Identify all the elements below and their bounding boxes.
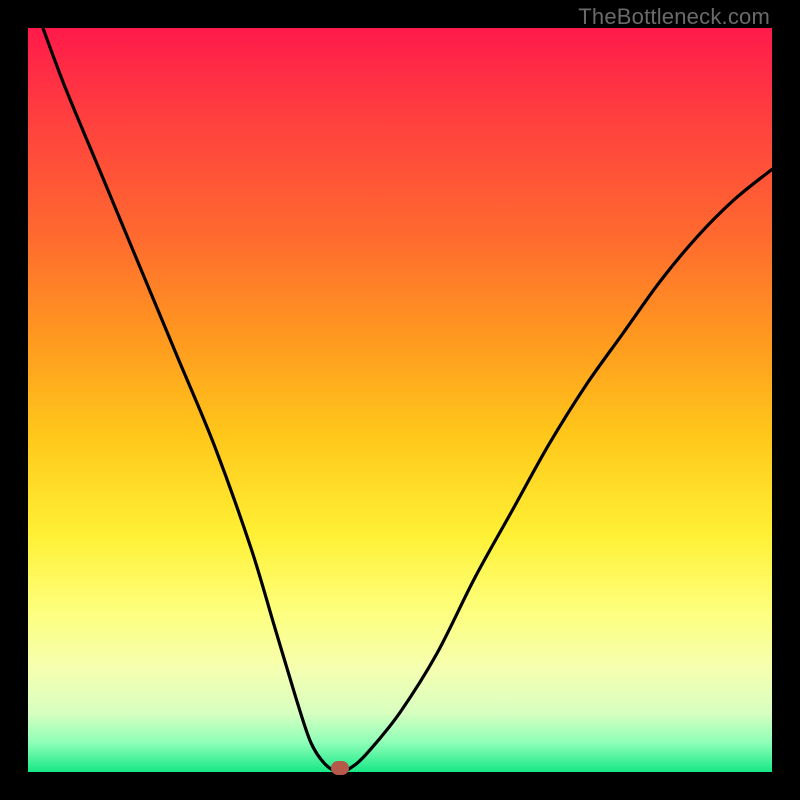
minimum-marker xyxy=(331,761,349,775)
watermark-text: TheBottleneck.com xyxy=(578,4,770,30)
bottleneck-curve xyxy=(28,28,772,772)
plot-area xyxy=(28,28,772,772)
chart-frame: TheBottleneck.com xyxy=(0,0,800,800)
